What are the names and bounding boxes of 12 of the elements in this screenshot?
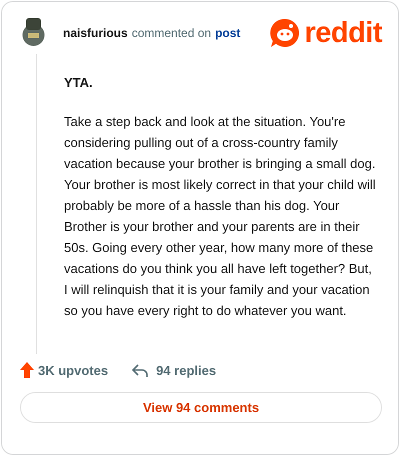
post-link[interactable]: post <box>215 24 240 42</box>
upvote-icon[interactable] <box>20 362 34 378</box>
username[interactable]: naisfurious <box>63 24 128 42</box>
reply-count: 94 replies <box>156 362 216 380</box>
action-text: commented on <box>132 25 212 42</box>
reply-icon[interactable] <box>132 364 148 377</box>
comment-title: YTA. <box>64 74 94 92</box>
comment-body: Take a step back and look at the situation. You're considering pulling out of a cross-country family vacation because your brother is bringing a small dog. Your brother is most likely correct in that your child will probably be more of a hassle than his dog. Your Brother is your brother and your parents are in their 50s. Going every other year, how many more of these vacations do you think you all have left together? But, I will relinquish that it is your family and your vacation so you have every right to do whatever you want. <box>64 112 377 320</box>
snoo-logo-icon <box>270 18 300 48</box>
reddit-logo: reddit <box>304 18 382 48</box>
upvote-count: 3K upvotes <box>38 362 108 380</box>
view-comments-button[interactable]: View 94 comments <box>20 392 382 423</box>
